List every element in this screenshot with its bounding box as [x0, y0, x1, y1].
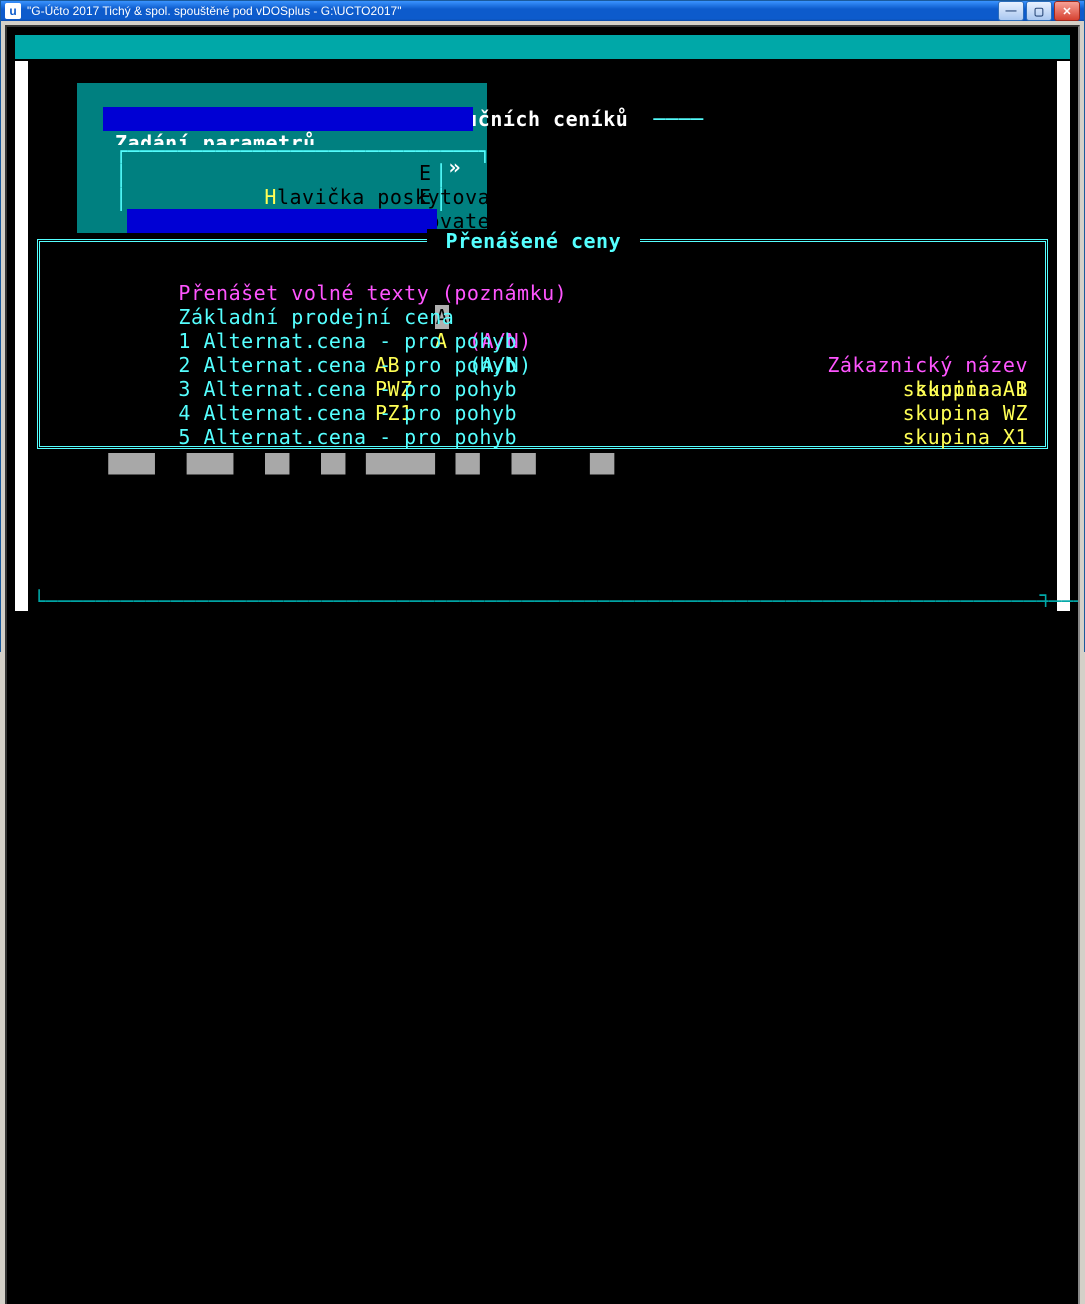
app-icon: u: [5, 3, 21, 19]
minimize-button[interactable]: —: [998, 1, 1024, 21]
client-area: CENY PŘENÁŠENÉ DO DISTRIBUČNÍHO CENÍKU 1…: [1, 21, 1084, 1304]
header-date: 15.01.2017: [933, 83, 1058, 107]
submenu-item-prices[interactable]: Přenášené ceny E: [127, 209, 437, 233]
maximize-button[interactable]: ▢: [1026, 1, 1052, 21]
submenu-flag-1: E: [419, 161, 432, 185]
alt-row-5: 5 Alternat.cena - pro pohyb: [53, 401, 1032, 521]
submenu-flag-2: E: [419, 185, 432, 209]
app-window: u "G-Účto 2017 Tichý & spol. spouštěné p…: [0, 0, 1085, 652]
menu-item-active[interactable]: Zadání parametrů »: [103, 107, 473, 131]
frame-left: [15, 61, 28, 611]
dos-screen: CENY PŘENÁŠENÉ DO DISTRIBUČNÍHO CENÍKU 1…: [5, 25, 1080, 1304]
window-title: "G-Účto 2017 Tichý & spol. spouštěné pod…: [27, 4, 998, 18]
titlebar: u "G-Účto 2017 Tichý & spol. spouštěné p…: [1, 1, 1084, 21]
header-title: CENY PŘENÁŠENÉ DO DISTRIBUČNÍHO CENÍKU: [155, 59, 657, 83]
frame-right: [1057, 61, 1070, 611]
close-button[interactable]: ✕: [1054, 1, 1080, 21]
dialog-title: Přenášené ceny: [427, 229, 640, 253]
header-bar: CENY PŘENÁŠENÉ DO DISTRIBUČNÍHO CENÍKU 1…: [15, 35, 1070, 59]
